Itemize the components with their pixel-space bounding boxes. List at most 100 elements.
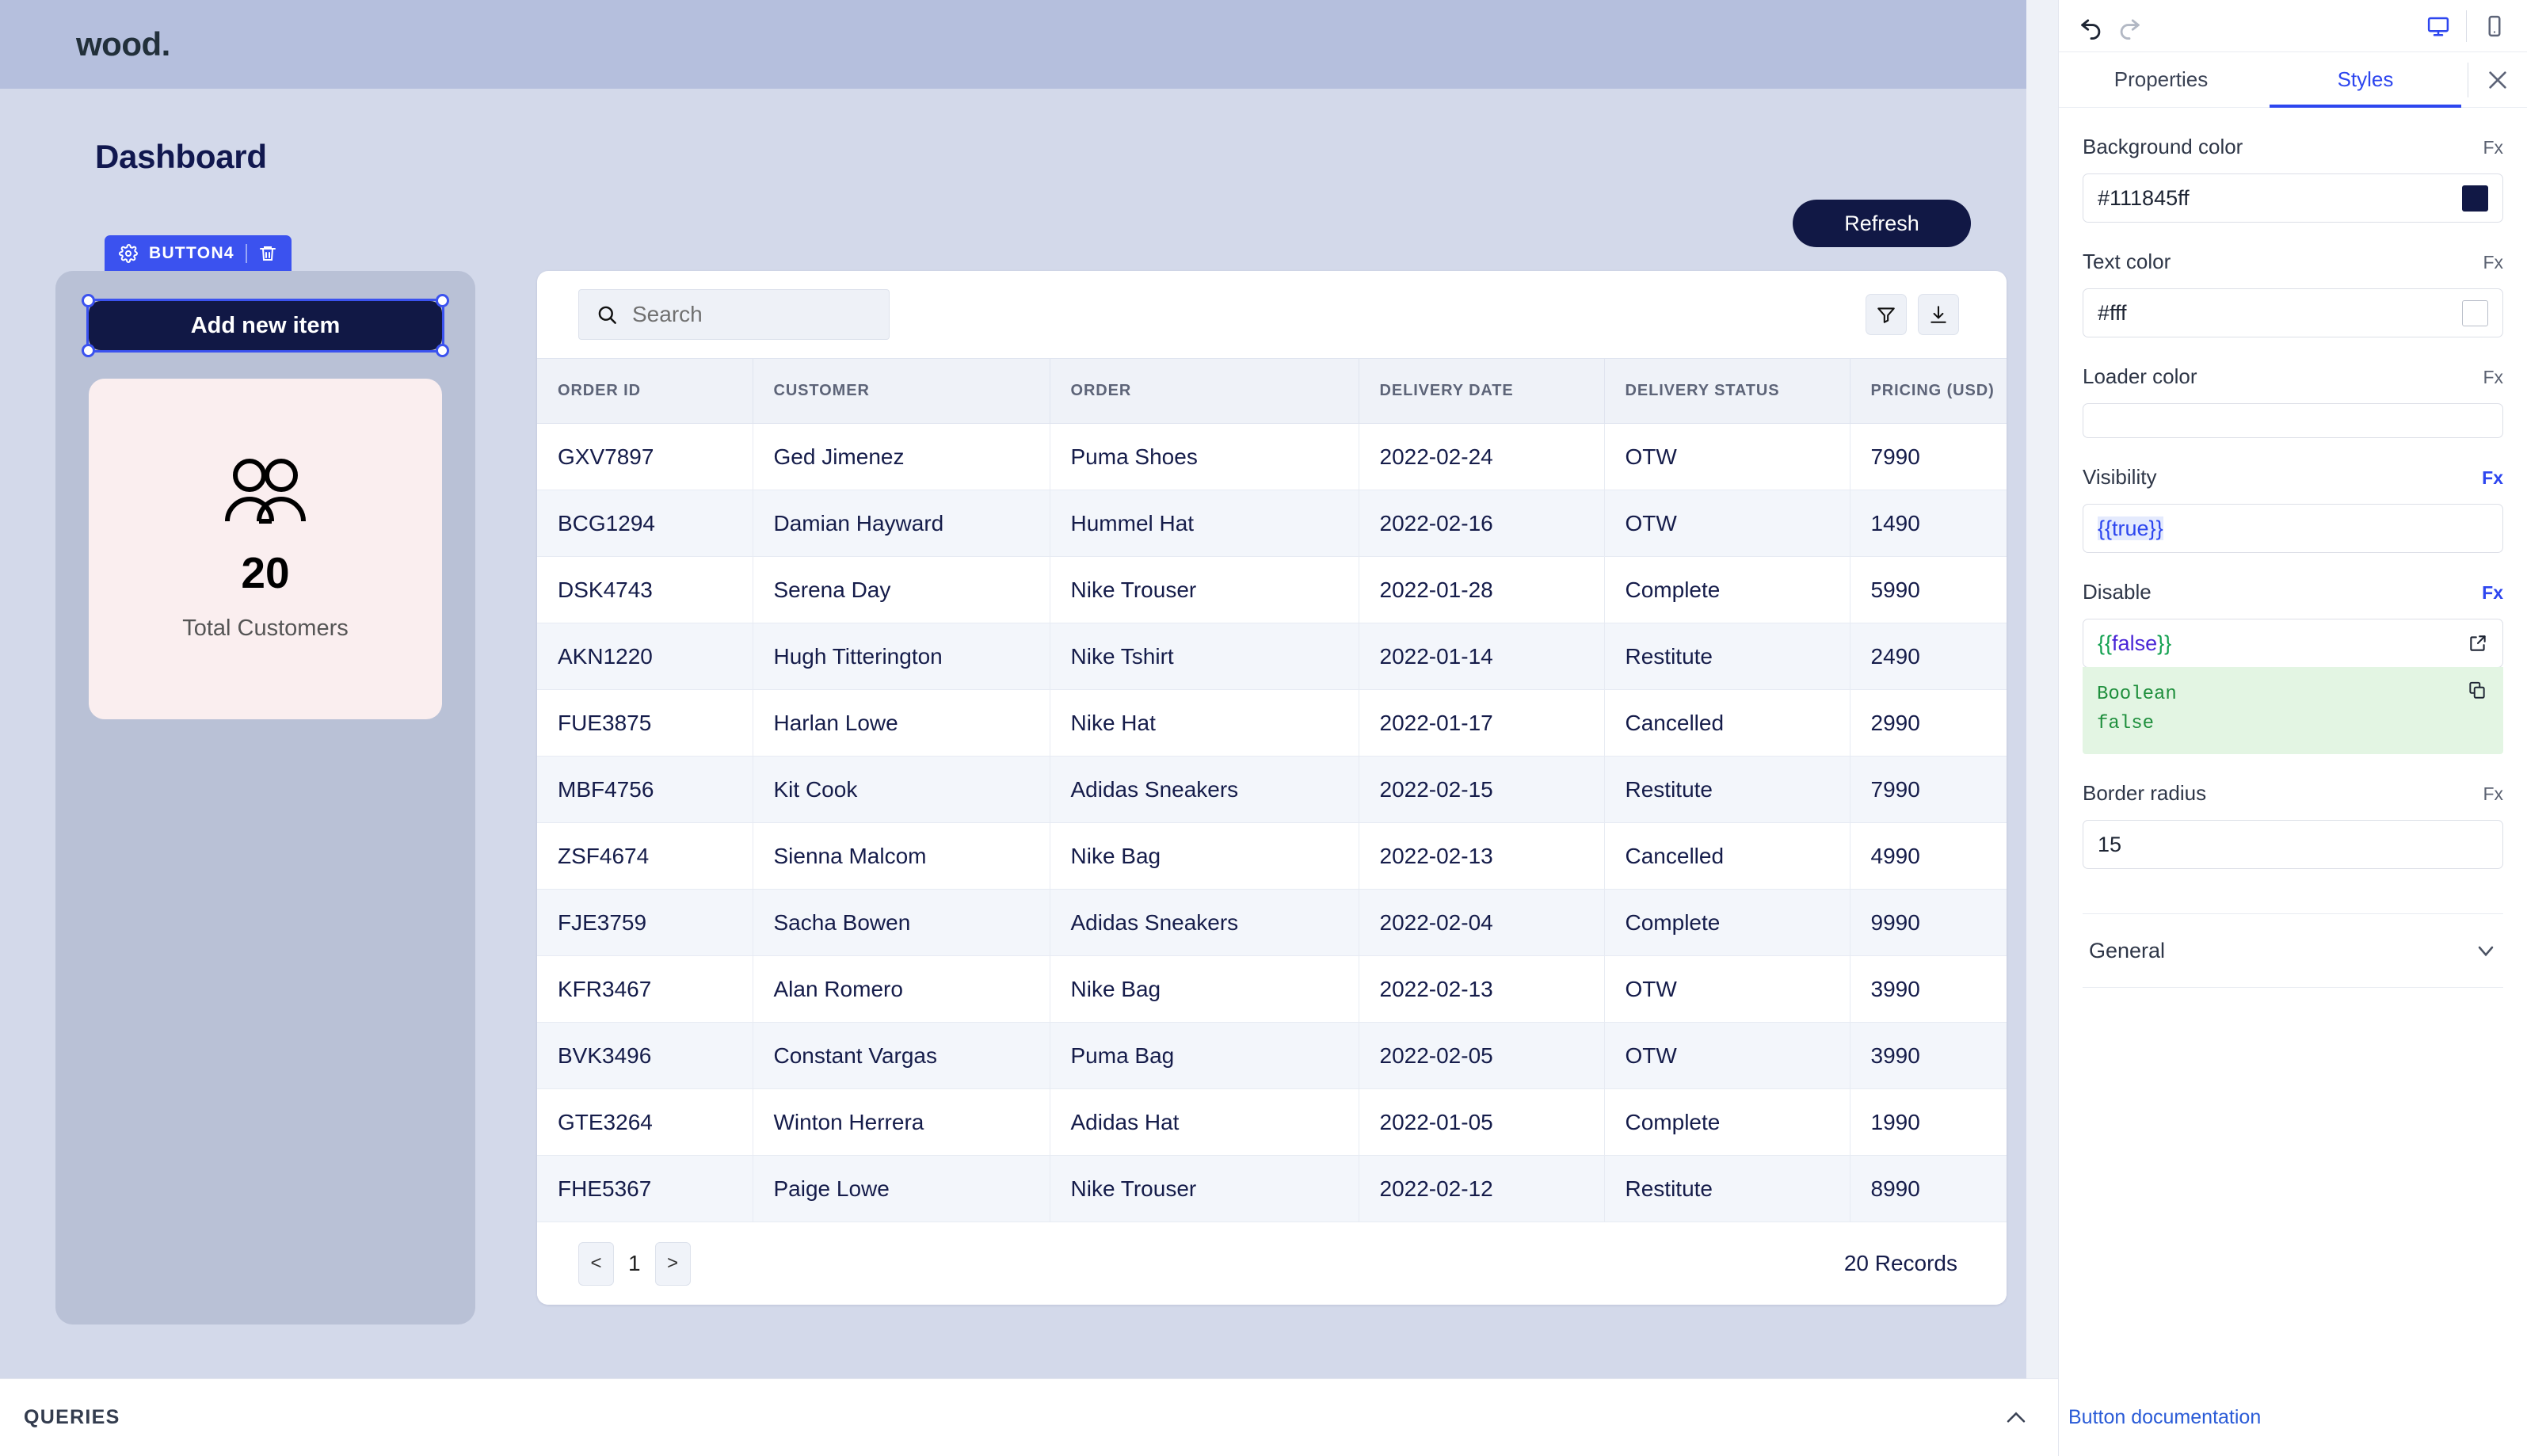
field-head-loader-color: Loader color Fx <box>2083 364 2503 389</box>
table-row[interactable]: BCG1294 Damian Hayward Hummel Hat 2022-02-1… <box>537 490 2007 557</box>
column-header-order[interactable]: ORDER <box>1050 358 1359 424</box>
mobile-icon[interactable] <box>2483 14 2506 38</box>
resize-handle-bottom-right[interactable] <box>436 344 449 357</box>
table-row[interactable]: GTE3264 Winton Herrera Adidas Hat 2022-01-0… <box>537 1088 2007 1156</box>
badge-divider <box>245 243 247 263</box>
table-scroll-region[interactable]: ORDER ID CUSTOMER ORDER DELIVERY DATE DE… <box>537 358 2007 1222</box>
queries-panel-bar[interactable]: QUERIES <box>0 1378 2058 1456</box>
column-header-delivery-date[interactable]: DELIVERY DATE <box>1359 358 1605 424</box>
add-item-selection-frame[interactable]: Add new item <box>82 294 449 357</box>
general-section-label: General <box>2089 938 2166 962</box>
cell-customer: Hugh Titterington <box>753 623 1050 690</box>
table-row[interactable]: FHE5367 Paige Lowe Nike Trouser 2022-02-12 R… <box>537 1155 2007 1222</box>
device-toggle-group <box>2426 10 2506 42</box>
search-icon <box>596 304 618 326</box>
filter-button[interactable] <box>1866 294 1907 335</box>
cell-delivery-date: 2022-02-13 <box>1359 822 1605 890</box>
tab-properties[interactable]: Properties <box>2059 52 2263 107</box>
add-new-item-button[interactable]: Add new item <box>89 301 442 350</box>
download-button[interactable] <box>1918 294 1959 335</box>
visibility-input[interactable]: {{true}} <box>2083 504 2503 553</box>
cell-order-id: DSK4743 <box>537 556 753 623</box>
gear-icon[interactable] <box>119 243 138 263</box>
cell-order-id: BCG1294 <box>537 490 753 557</box>
next-page-button[interactable]: > <box>654 1241 691 1286</box>
cell-order: Nike Hat <box>1050 689 1359 757</box>
resize-handle-bottom-left[interactable] <box>82 344 95 357</box>
cell-delivery-status: OTW <box>1604 1022 1850 1089</box>
background-color-input[interactable]: #111845ff <box>2083 173 2503 223</box>
resize-handle-top-right[interactable] <box>436 294 449 307</box>
users-icon <box>223 456 308 526</box>
undo-icon[interactable] <box>2078 13 2105 40</box>
cell-delivery-date: 2022-02-16 <box>1359 490 1605 557</box>
table-toolbar <box>537 271 2007 358</box>
refresh-button[interactable]: Refresh <box>1793 200 1971 247</box>
table-row[interactable]: FUE3875 Harlan Lowe Nike Hat 2022-01-17 Canc… <box>537 689 2007 757</box>
column-header-customer[interactable]: CUSTOMER <box>753 358 1050 424</box>
text-color-input[interactable]: #fff <box>2083 288 2503 337</box>
close-panel-button[interactable] <box>2468 52 2527 107</box>
column-header-pricing[interactable]: PRICING (USD) <box>1850 358 2007 424</box>
cell-delivery-date: 2022-01-17 <box>1359 689 1605 757</box>
search-box[interactable] <box>578 289 890 340</box>
copy-icon[interactable] <box>2467 680 2487 700</box>
selection-badge[interactable]: BUTTON4 <box>105 235 292 271</box>
cell-pricing: 2490 <box>1850 623 2007 690</box>
table-row[interactable]: DSK4743 Serena Day Nike Trouser 2022-01-28 C… <box>537 556 2007 623</box>
fx-toggle-background-color[interactable]: Fx <box>2483 137 2503 158</box>
table-row[interactable]: KFR3467 Alan Romero Nike Bag 2022-02-13 OTW 3… <box>537 955 2007 1023</box>
cell-delivery-status: OTW <box>1604 955 1850 1023</box>
prev-page-button[interactable]: < <box>578 1241 614 1286</box>
table-row[interactable]: AKN1220 Hugh Titterington Nike Tshirt 2022-… <box>537 623 2007 690</box>
resize-handle-top-left[interactable] <box>82 294 95 307</box>
external-link-icon[interactable] <box>2468 633 2488 654</box>
widget-sidebar-container[interactable]: BUTTON4 Add new item 20 Total Customers <box>55 235 475 1325</box>
chevron-down-icon[interactable] <box>2473 938 2498 963</box>
general-section-header[interactable]: General <box>2083 913 2503 989</box>
cell-delivery-status: Restitute <box>1604 623 1850 690</box>
cell-order-id: BVK3496 <box>537 1022 753 1089</box>
tab-styles[interactable]: Styles <box>2263 52 2468 108</box>
search-input[interactable] <box>632 302 871 327</box>
trash-icon[interactable] <box>258 244 277 263</box>
fx-toggle-loader-color[interactable]: Fx <box>2483 367 2503 388</box>
disable-input[interactable]: {{false}} <box>2083 619 2503 668</box>
column-header-delivery-status[interactable]: DELIVERY STATUS <box>1604 358 1850 424</box>
cell-delivery-date: 2022-02-13 <box>1359 955 1605 1023</box>
background-color-swatch[interactable] <box>2462 185 2488 212</box>
table-row[interactable]: MBF4756 Kit Cook Adidas Sneakers 2022-02-15… <box>537 756 2007 823</box>
fx-toggle-border-radius[interactable]: Fx <box>2483 783 2503 805</box>
column-header-order-id[interactable]: ORDER ID <box>537 358 753 424</box>
cell-delivery-date: 2022-02-04 <box>1359 889 1605 956</box>
cell-order: Puma Shoes <box>1050 423 1359 490</box>
field-loader-color: Loader color Fx <box>2083 364 2503 438</box>
cell-pricing: 3990 <box>1850 1022 2007 1089</box>
canvas-scrollbar-gutter[interactable] <box>2026 0 2042 1378</box>
table-row[interactable]: ZSF4674 Sienna Malcom Nike Bag 2022-02-13 Ca… <box>537 822 2007 890</box>
table-row[interactable]: GXV7897 Ged Jimenez Puma Shoes 2022-02-24 OT… <box>537 423 2007 490</box>
inspector-topbar <box>2059 0 2527 52</box>
cell-delivery-status: Cancelled <box>1604 689 1850 757</box>
desktop-icon[interactable] <box>2426 14 2450 38</box>
text-color-swatch[interactable] <box>2462 299 2488 326</box>
fx-toggle-visibility[interactable]: Fx <box>2482 467 2503 489</box>
field-label-loader-color: Loader color <box>2083 364 2197 388</box>
cell-delivery-date: 2022-02-15 <box>1359 756 1605 823</box>
table-row[interactable]: BVK3496 Constant Vargas Puma Bag 2022-02-05… <box>537 1022 2007 1089</box>
border-radius-input[interactable]: 15 <box>2083 820 2503 870</box>
table-row[interactable]: FJE3759 Sacha Bowen Adidas Sneakers 2022-02… <box>537 889 2007 956</box>
button-documentation-link[interactable]: Button documentation <box>2068 1406 2261 1429</box>
field-label-background-color: Background color <box>2083 135 2243 158</box>
cell-customer: Sacha Bowen <box>753 889 1050 956</box>
cell-order-id: MBF4756 <box>537 756 753 823</box>
total-customers-stat-card[interactable]: 20 Total Customers <box>89 379 442 719</box>
fx-toggle-text-color[interactable]: Fx <box>2483 252 2503 273</box>
cell-order-id: ZSF4674 <box>537 822 753 890</box>
redo-icon[interactable] <box>2116 13 2143 40</box>
cell-order: Puma Bag <box>1050 1022 1359 1089</box>
fx-toggle-disable[interactable]: Fx <box>2482 582 2503 604</box>
chevron-up-icon[interactable] <box>2003 1405 2030 1431</box>
field-head-border-radius: Border radius Fx <box>2083 781 2503 806</box>
loader-color-input[interactable] <box>2083 403 2503 438</box>
